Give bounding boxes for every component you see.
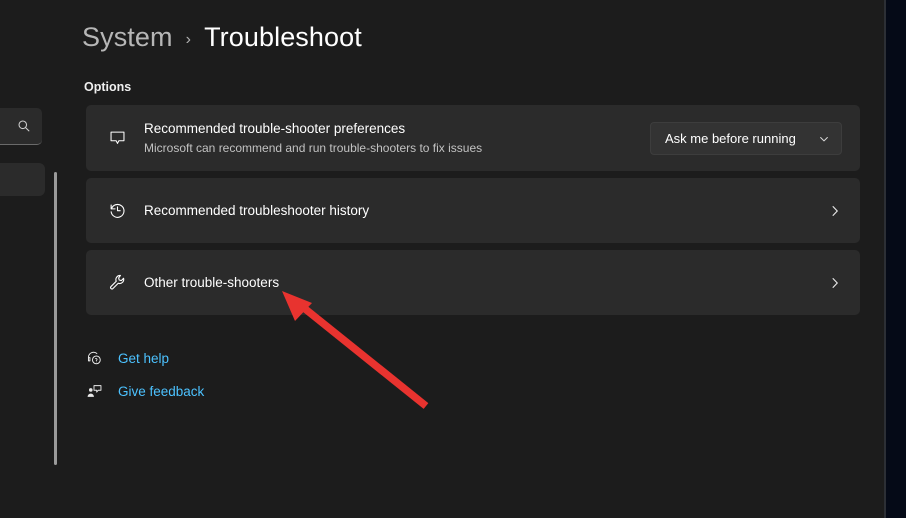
chevron-right-icon: ›	[186, 31, 191, 49]
speech-bubble-icon	[100, 129, 134, 148]
card-text-block: Recommended troubleshooter history	[144, 201, 820, 221]
card-text-block: Other trouble-shooters	[144, 273, 820, 293]
breadcrumb: System › Troubleshoot	[82, 22, 362, 53]
recommended-preferences-dropdown[interactable]: Ask me before running	[650, 122, 842, 155]
history-clock-icon	[100, 201, 134, 220]
card-recommended-troubleshooter-history[interactable]: Recommended troubleshooter history	[86, 178, 860, 243]
card-title: Recommended trouble-shooter preferences	[144, 119, 650, 139]
chevron-right-icon	[828, 276, 842, 290]
page-title: Troubleshoot	[204, 22, 362, 53]
wrench-icon	[100, 273, 134, 292]
chevron-down-icon	[818, 132, 830, 144]
card-recommended-troubleshooter-preferences[interactable]: Recommended trouble-shooter preferences …	[86, 105, 860, 171]
breadcrumb-parent[interactable]: System	[82, 22, 173, 53]
desktop-background-strip	[886, 0, 906, 518]
settings-content-pane: System › Troubleshoot Options Recommende…	[0, 0, 884, 518]
dropdown-selected-value: Ask me before running	[665, 131, 796, 146]
section-header-options: Options	[84, 80, 131, 94]
give-feedback-link[interactable]: Give feedback	[84, 383, 204, 400]
help-headset-icon	[84, 350, 104, 367]
card-title: Other trouble-shooters	[144, 273, 820, 293]
give-feedback-label: Give feedback	[118, 384, 204, 399]
feedback-person-icon	[84, 383, 104, 400]
get-help-label: Get help	[118, 351, 169, 366]
card-subtitle: Microsoft can recommend and run trouble-…	[144, 140, 650, 157]
card-other-trouble-shooters[interactable]: Other trouble-shooters	[86, 250, 860, 315]
get-help-link[interactable]: Get help	[84, 350, 169, 367]
card-title: Recommended troubleshooter history	[144, 201, 820, 221]
chevron-right-icon	[828, 204, 842, 218]
card-text-block: Recommended trouble-shooter preferences …	[144, 119, 650, 157]
